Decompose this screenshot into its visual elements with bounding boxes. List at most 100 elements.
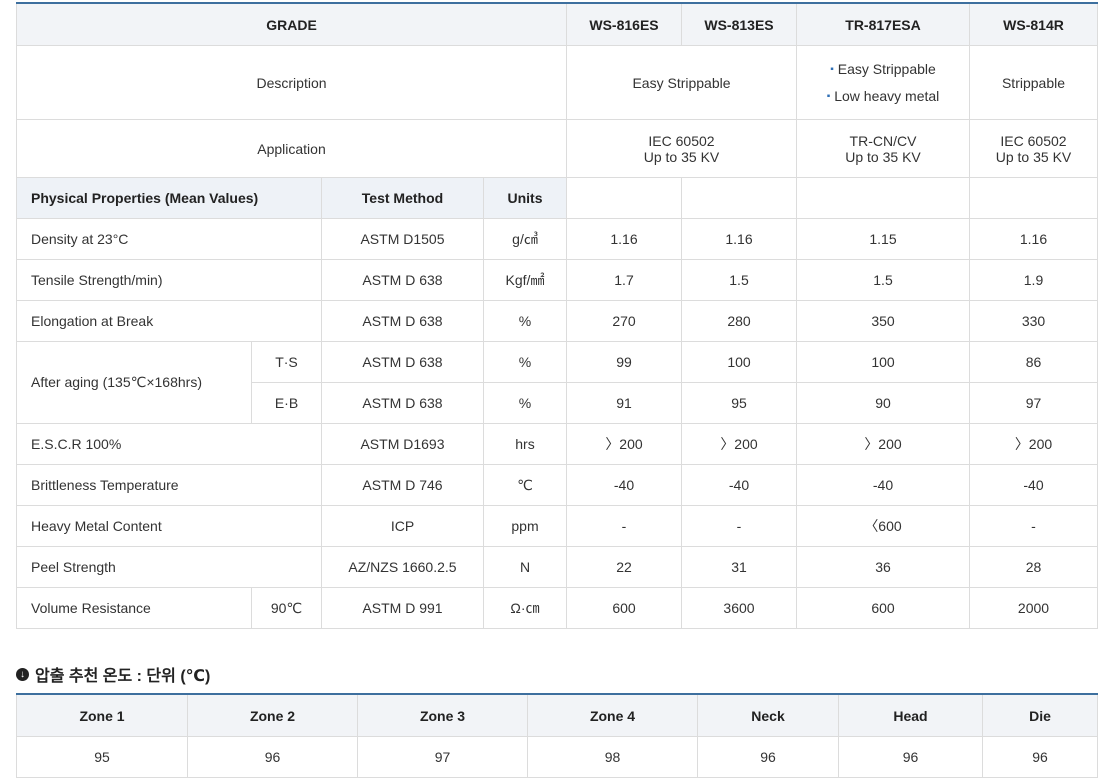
test-method-header: Test Method xyxy=(321,177,484,219)
property-name: Elongation at Break xyxy=(16,300,322,342)
test-method: ASTM D 638 xyxy=(321,259,484,301)
zone-header: Zone 4 xyxy=(527,693,698,737)
value-cell: 22 xyxy=(566,546,682,588)
unit: g/㎤ xyxy=(483,218,567,260)
property-name: Heavy Metal Content xyxy=(16,505,322,547)
description-ws816-813: Easy Strippable xyxy=(566,45,797,120)
value-cell: - xyxy=(681,505,797,547)
sub-property: T·S xyxy=(251,341,322,383)
zone-value: 96 xyxy=(187,736,358,778)
zone-temperature-table: Zone 1 Zone 2 Zone 3 Zone 4 Neck Head Di… xyxy=(16,693,1098,778)
property-name: After aging (135℃×168hrs) xyxy=(16,341,252,424)
value-cell: 99 xyxy=(566,341,682,383)
zone-value: 98 xyxy=(527,736,698,778)
section-title: 압출 추천 온도 : 단위 (℃) xyxy=(35,668,211,685)
value-cell: 1.9 xyxy=(969,259,1098,301)
value-cell: 350 xyxy=(796,300,970,342)
application-ws814: IEC 60502 Up to 35 KV xyxy=(969,119,1098,178)
value-cell: 91 xyxy=(566,382,682,424)
value-cell: - xyxy=(969,505,1098,547)
table-row: Volume Resistance 90℃ ASTM D 991 Ω·㎝ 600… xyxy=(16,587,1098,629)
empty-cell xyxy=(796,177,970,219)
zone-value: 96 xyxy=(697,736,839,778)
unit: ℃ xyxy=(483,464,567,506)
zone-value: 95 xyxy=(16,736,188,778)
zone-header: Zone 2 xyxy=(187,693,358,737)
unit: Ω·㎝ xyxy=(483,587,567,629)
value-cell: 2000 xyxy=(969,587,1098,629)
test-method: ASTM D1505 xyxy=(321,218,484,260)
spec-table: GRADE WS-816ES WS-813ES TR-817ESA WS-814… xyxy=(16,2,1098,629)
table-row: Heavy Metal Content ICP ppm - - 〈600 - xyxy=(16,505,1098,547)
value-cell: 1.5 xyxy=(681,259,797,301)
value-cell: 330 xyxy=(969,300,1098,342)
grade-ws-816es: WS-816ES xyxy=(566,2,682,46)
application-ws816-813: IEC 60502 Up to 35 KV xyxy=(566,119,797,178)
application-line: Up to 35 KV xyxy=(995,148,1072,165)
empty-cell xyxy=(566,177,682,219)
units-header: Units xyxy=(483,177,567,219)
test-method: ASTM D 638 xyxy=(321,300,484,342)
value-cell: 600 xyxy=(566,587,682,629)
description-tr817-line1: Easy Strippable xyxy=(797,56,969,83)
value-cell: 270 xyxy=(566,300,682,342)
property-name: Tensile Strength/min) xyxy=(16,259,322,301)
table-row: Brittleness Temperature ASTM D 746 ℃ -40… xyxy=(16,464,1098,506)
value-cell: 97 xyxy=(969,382,1098,424)
arrow-down-circle-icon: ↓ xyxy=(16,667,29,681)
value-cell: 100 xyxy=(681,341,797,383)
zone-header: Zone 1 xyxy=(16,693,188,737)
value-cell: -40 xyxy=(969,464,1098,506)
property-name: Brittleness Temperature xyxy=(16,464,322,506)
description-label: Description xyxy=(16,45,567,120)
value-cell: 〉200 xyxy=(796,423,970,465)
test-method: ASTM D 638 xyxy=(321,382,484,424)
value-cell: 280 xyxy=(681,300,797,342)
value-cell: 〈600 xyxy=(796,505,970,547)
value-cell: 〉200 xyxy=(566,423,682,465)
property-name: Density at 23°C xyxy=(16,218,322,260)
value-cell: 36 xyxy=(796,546,970,588)
value-cell: -40 xyxy=(681,464,797,506)
test-method: ASTM D 638 xyxy=(321,341,484,383)
unit: % xyxy=(483,382,567,424)
value-cell: 〉200 xyxy=(681,423,797,465)
extrusion-temperature-heading: ↓ 압출 추천 온도 : 단위 (℃) xyxy=(16,662,210,686)
value-cell: 31 xyxy=(681,546,797,588)
value-cell: - xyxy=(566,505,682,547)
value-cell: 95 xyxy=(681,382,797,424)
value-cell: 1.15 xyxy=(796,218,970,260)
value-cell: 100 xyxy=(796,341,970,383)
unit: ppm xyxy=(483,505,567,547)
empty-cell xyxy=(969,177,1098,219)
table-row: After aging (135℃×168hrs) T·S ASTM D 638… xyxy=(16,341,1098,424)
value-cell: 〉200 xyxy=(969,423,1098,465)
application-label: Application xyxy=(16,119,567,178)
sub-property: 90℃ xyxy=(251,587,322,629)
unit: Kgf/㎟ xyxy=(483,259,567,301)
test-method: ICP xyxy=(321,505,484,547)
unit: % xyxy=(483,300,567,342)
table-row: E.S.C.R 100% ASTM D1693 hrs 〉200 〉200 〉2… xyxy=(16,423,1098,465)
grade-ws-814r: WS-814R xyxy=(969,2,1098,46)
value-cell: 1.16 xyxy=(969,218,1098,260)
zone-header: Neck xyxy=(697,693,839,737)
unit: hrs xyxy=(483,423,567,465)
value-cell: -40 xyxy=(796,464,970,506)
value-cell: 1.16 xyxy=(681,218,797,260)
description-tr817-line2: Low heavy metal xyxy=(797,83,969,110)
value-cell: 86 xyxy=(969,341,1098,383)
value-cell: 1.16 xyxy=(566,218,682,260)
zone-value: 97 xyxy=(357,736,528,778)
grade-ws-813es: WS-813ES xyxy=(681,2,797,46)
value-cell: 90 xyxy=(796,382,970,424)
application-line: Up to 35 KV xyxy=(845,148,921,165)
zone-header: Head xyxy=(838,693,983,737)
physical-properties-header: Physical Properties (Mean Values) xyxy=(16,177,322,219)
property-name: E.S.C.R 100% xyxy=(16,423,322,465)
test-method: ASTM D 746 xyxy=(321,464,484,506)
value-cell: -40 xyxy=(566,464,682,506)
description-tr817: Easy Strippable Low heavy metal xyxy=(796,45,970,120)
sub-property: E·B xyxy=(251,382,322,424)
grade-tr-817esa: TR-817ESA xyxy=(796,2,970,46)
